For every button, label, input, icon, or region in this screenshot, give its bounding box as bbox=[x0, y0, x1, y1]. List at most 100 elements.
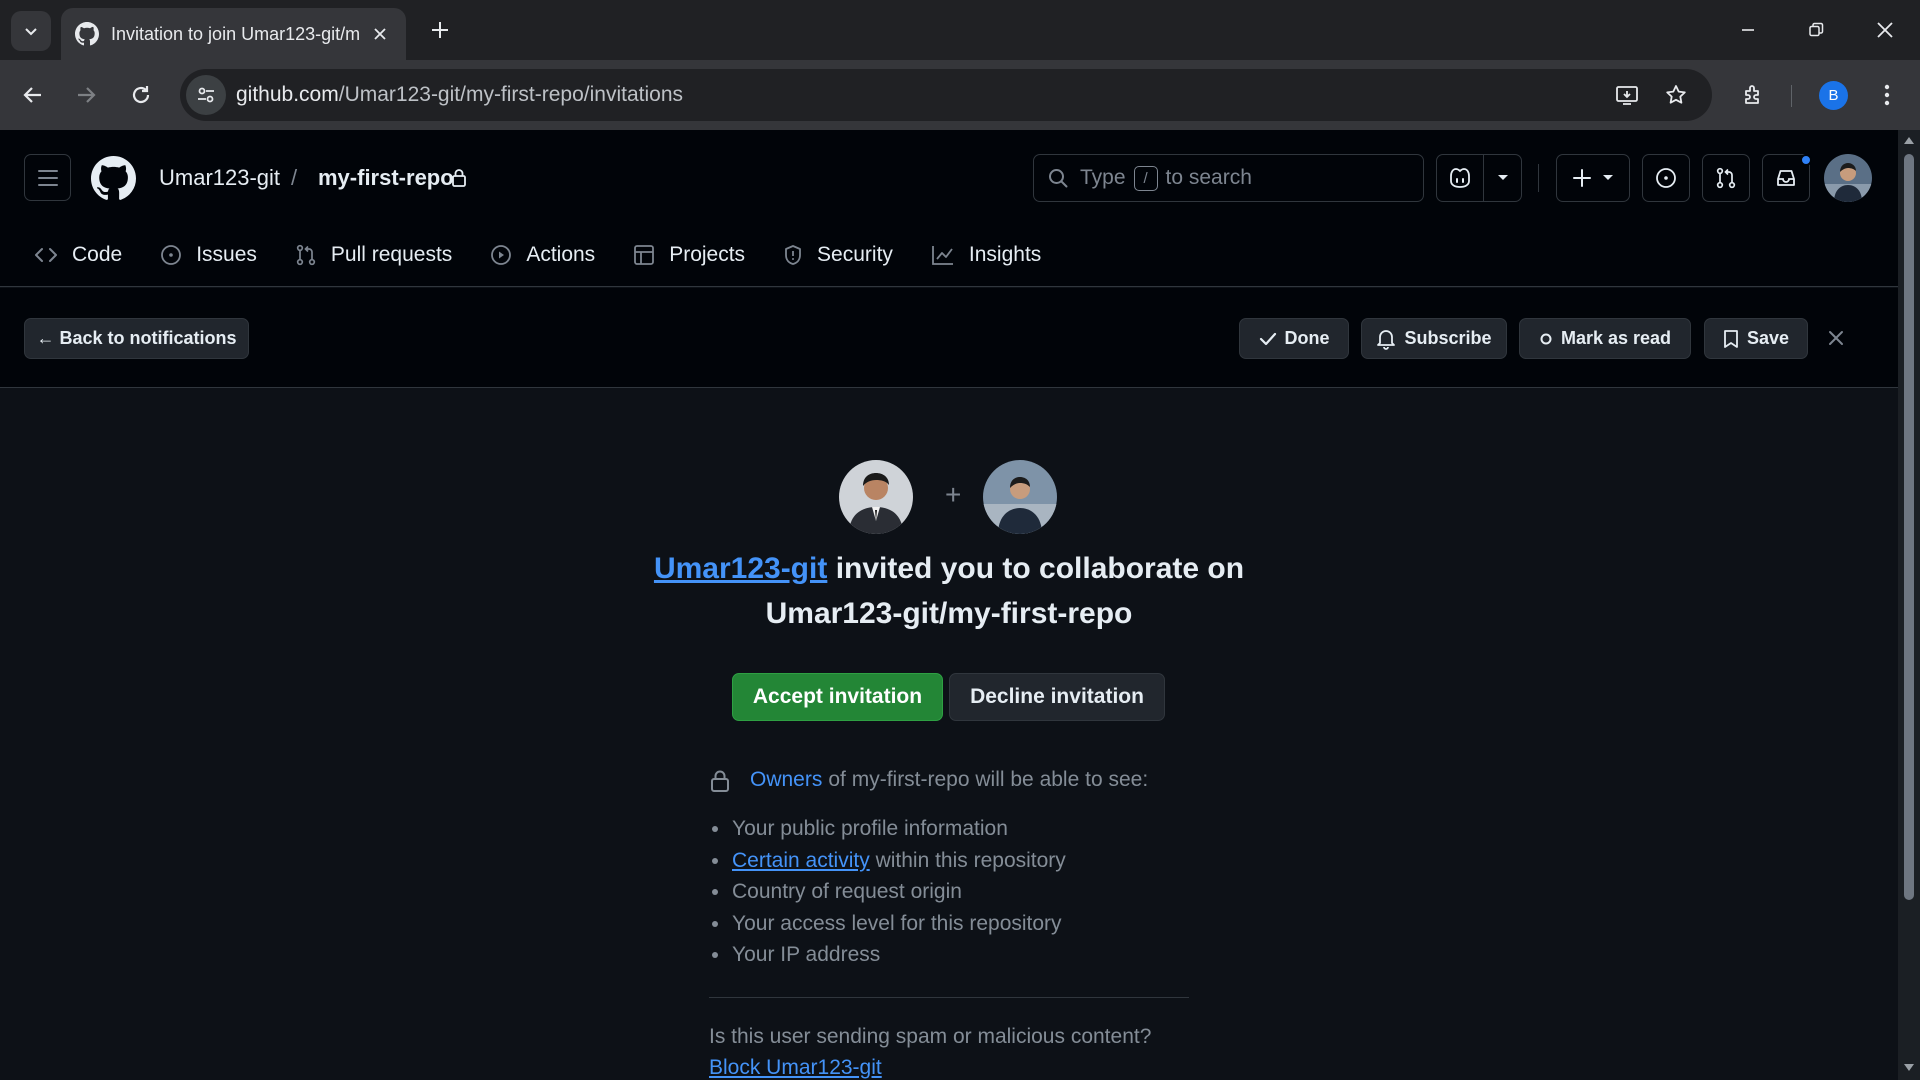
dot-icon bbox=[1540, 333, 1552, 344]
url-host: github.com bbox=[236, 83, 339, 106]
restore-button[interactable] bbox=[1794, 10, 1838, 50]
tab-issues[interactable]: Issues bbox=[160, 243, 257, 267]
tab-insights[interactable]: Insights bbox=[931, 243, 1041, 267]
permissions-list: Your public profile information Certain … bbox=[712, 813, 1066, 971]
permission-text: Your public profile information bbox=[732, 817, 1008, 840]
arrow-right-icon bbox=[78, 87, 96, 103]
caret-down-icon bbox=[1603, 175, 1613, 180]
tab-label: Actions bbox=[526, 243, 596, 266]
inbox-icon bbox=[1777, 170, 1795, 186]
permission-text: Country of request origin bbox=[732, 880, 962, 903]
mark-as-read-button[interactable]: Mark as read bbox=[1519, 318, 1691, 359]
browser-tab[interactable]: Invitation to join Umar123-git/my-first-… bbox=[61, 8, 406, 60]
certain-activity-link[interactable]: Certain activity bbox=[732, 849, 870, 872]
inviter-link[interactable]: Umar123-git bbox=[654, 552, 827, 585]
subscribe-label: Subscribe bbox=[1404, 328, 1492, 348]
save-button[interactable]: Save bbox=[1704, 318, 1808, 359]
tab-security[interactable]: Security bbox=[783, 243, 893, 267]
tab-label: Pull requests bbox=[330, 243, 453, 266]
scroll-down-icon[interactable] bbox=[1903, 1062, 1915, 1074]
more-menu-icon[interactable] bbox=[1868, 76, 1906, 114]
profile-avatar[interactable]: B bbox=[1819, 81, 1848, 110]
tab-close-icon[interactable] bbox=[368, 22, 392, 46]
scrollbar-thumb[interactable] bbox=[1904, 154, 1914, 900]
tab-label: Insights bbox=[968, 243, 1042, 266]
address-bar[interactable]: github.com/Umar123-git/my-first-repo/inv… bbox=[180, 69, 1712, 121]
search-icon bbox=[1049, 169, 1068, 188]
list-item: Your access level for this repository bbox=[712, 908, 1066, 940]
reload-button[interactable] bbox=[122, 76, 160, 114]
owners-link[interactable]: Owners bbox=[750, 768, 822, 792]
bookmark-star-icon[interactable] bbox=[1659, 78, 1693, 112]
invitee-avatar bbox=[983, 460, 1057, 534]
forward-button[interactable] bbox=[67, 76, 105, 114]
copilot-icon bbox=[1450, 168, 1470, 188]
shield-icon bbox=[785, 245, 801, 265]
caret-down-icon bbox=[1498, 175, 1508, 180]
pull-requests-button[interactable] bbox=[1702, 154, 1750, 202]
user-avatar[interactable] bbox=[1824, 154, 1872, 202]
issues-button[interactable] bbox=[1642, 154, 1690, 202]
breadcrumb-repo[interactable]: my-first-repo bbox=[318, 165, 454, 191]
tab-label: Code bbox=[72, 243, 123, 266]
close-icon bbox=[1877, 22, 1893, 38]
site-info-button[interactable] bbox=[186, 75, 226, 115]
invitation-text: invited you to collaborate on bbox=[835, 552, 1245, 585]
decline-invitation-button[interactable]: Decline invitation bbox=[949, 673, 1165, 721]
tab-pull-requests[interactable]: Pull requests bbox=[295, 243, 452, 267]
copilot-split bbox=[1483, 154, 1484, 202]
chevron-down-icon bbox=[25, 28, 37, 36]
url-text: github.com/Umar123-git/my-first-repo/inv… bbox=[236, 83, 683, 107]
search-shortcut-key: / bbox=[1133, 165, 1158, 191]
permission-text: Your access level for this repository bbox=[732, 911, 1062, 935]
toolbar-separator bbox=[1791, 85, 1792, 107]
breadcrumb-separator: / bbox=[291, 165, 298, 190]
tab-code[interactable]: Code bbox=[34, 243, 122, 267]
subscribe-button[interactable]: Subscribe bbox=[1361, 318, 1507, 359]
owners-text: of my-first-repo will be able to see: bbox=[828, 768, 1149, 791]
unread-indicator bbox=[1800, 154, 1812, 166]
page-scrollbar[interactable] bbox=[1898, 130, 1920, 1080]
close-icon bbox=[1829, 331, 1843, 345]
back-button[interactable] bbox=[14, 76, 52, 114]
plus-icon bbox=[1573, 169, 1591, 187]
create-new-button[interactable] bbox=[1556, 154, 1630, 202]
plus-icon bbox=[432, 22, 448, 38]
extensions-icon[interactable] bbox=[1735, 76, 1773, 114]
close-notification-button[interactable] bbox=[1822, 324, 1850, 352]
issue-icon bbox=[161, 245, 182, 265]
back-to-notifications-label: ← Back to notifications bbox=[36, 328, 237, 348]
tab-actions[interactable]: Actions bbox=[490, 243, 595, 267]
spam-question: Is this user sending spam or malicious c… bbox=[709, 1025, 1152, 1048]
scroll-up-icon[interactable] bbox=[1903, 134, 1915, 146]
tab-search-button[interactable] bbox=[11, 11, 51, 51]
accept-invitation-button[interactable]: Accept invitation bbox=[732, 673, 943, 721]
done-button[interactable]: Done bbox=[1239, 318, 1349, 359]
inviter-avatar bbox=[839, 460, 913, 534]
play-icon bbox=[491, 245, 512, 265]
install-app-icon[interactable] bbox=[1610, 78, 1644, 112]
breadcrumb-owner[interactable]: Umar123-git bbox=[159, 165, 280, 191]
back-to-notifications-button[interactable]: ← Back to notifications bbox=[24, 318, 249, 359]
new-tab-button[interactable] bbox=[424, 14, 456, 46]
search-input[interactable]: Type / to search bbox=[1033, 154, 1424, 202]
github-logo-icon[interactable] bbox=[91, 156, 136, 201]
reload-icon bbox=[132, 86, 150, 104]
minimize-button[interactable] bbox=[1726, 10, 1770, 50]
close-window-button[interactable] bbox=[1863, 10, 1907, 50]
global-menu-button[interactable] bbox=[24, 154, 71, 201]
restore-icon bbox=[1809, 22, 1824, 37]
graph-icon bbox=[932, 246, 953, 265]
browser-toolbar: github.com/Umar123-git/my-first-repo/inv… bbox=[0, 60, 1920, 130]
tab-label: Issues bbox=[196, 243, 257, 266]
hamburger-icon bbox=[37, 169, 58, 186]
tab-projects[interactable]: Projects bbox=[633, 243, 745, 267]
list-item: Country of request origin bbox=[712, 876, 1066, 908]
invitation-message: Umar123-git invited you to collaborate o… bbox=[0, 552, 1898, 586]
block-user-link[interactable]: Block Umar123-git bbox=[709, 1056, 882, 1080]
permission-text: within this repository bbox=[875, 848, 1066, 872]
check-icon bbox=[1259, 332, 1276, 345]
tab-label: Security bbox=[817, 243, 893, 266]
list-item: Certain activity within this repository bbox=[712, 845, 1066, 877]
github-favicon-icon bbox=[75, 22, 99, 46]
